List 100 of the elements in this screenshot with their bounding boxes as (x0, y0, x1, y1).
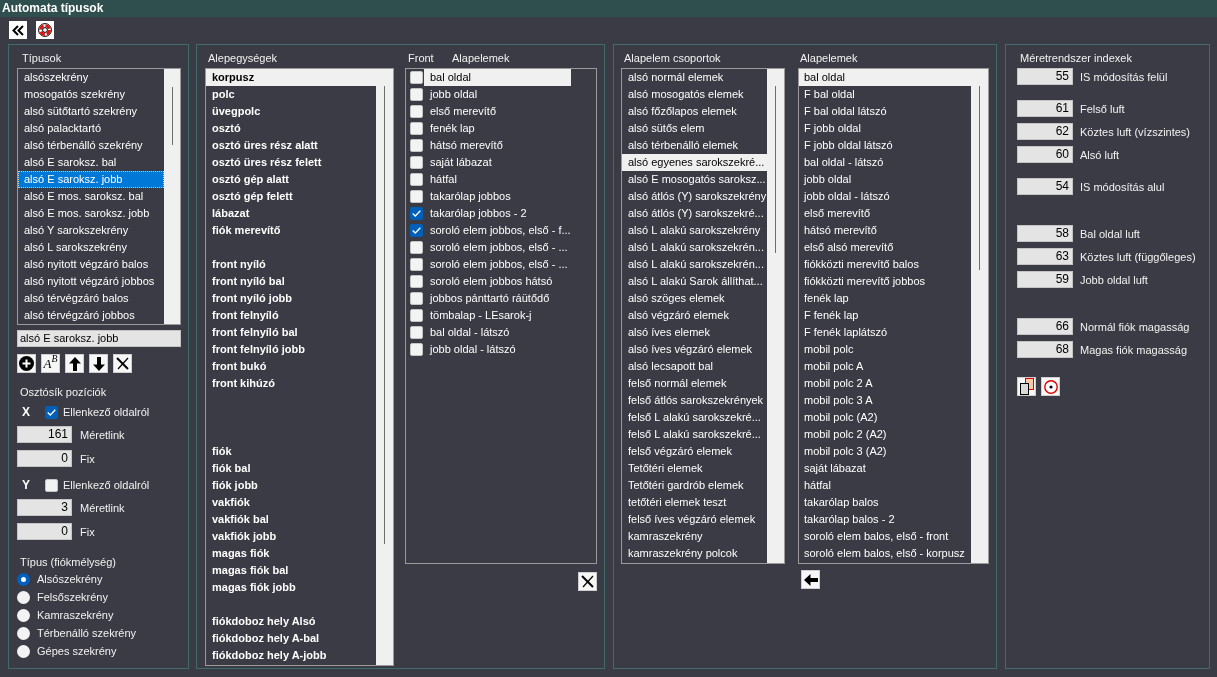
input-field[interactable]: 66 (1017, 318, 1073, 335)
list-item[interactable]: takarólap jobbos - 2 (424, 205, 571, 222)
checkbox[interactable] (410, 139, 423, 152)
list-item[interactable]: alsó sütős elem (622, 120, 767, 137)
list-item[interactable]: alsó Y sarokszekrény (18, 222, 164, 239)
list-item[interactable]: alsó egyenes sarokszekré... (622, 154, 767, 171)
list-item[interactable]: alsó L alakú Sarok állíthat... (622, 273, 767, 290)
list-item[interactable]: mobil polc (799, 341, 971, 358)
radio-button[interactable] (17, 590, 30, 604)
list-item[interactable]: F bal oldal (799, 86, 971, 103)
remove-button[interactable] (578, 572, 597, 591)
list-item[interactable]: alsó szöges elemek (622, 290, 767, 307)
scrollbar[interactable] (376, 69, 393, 665)
list-item[interactable]: saját lábazat (799, 460, 971, 477)
list-item[interactable]: fiók jobb (206, 477, 376, 494)
list-item[interactable]: alsó palacktartó (18, 120, 164, 137)
checkbox[interactable] (410, 173, 423, 186)
list-item[interactable]: F bal oldal látszó (799, 103, 971, 120)
list-item[interactable]: kamraszekrény (622, 528, 767, 545)
radio-button[interactable] (17, 608, 30, 622)
list-item[interactable]: front nyíló (206, 256, 376, 273)
input-field[interactable]: 161 (17, 426, 72, 443)
scrollbar[interactable] (767, 69, 784, 563)
list-item[interactable]: mobil polc 2 A (799, 375, 971, 392)
list-item[interactable]: alsó térvégzáró jobbos (18, 307, 164, 324)
list-item[interactable]: alsó íves elemek (622, 324, 767, 341)
list-item[interactable]: alsó E mos. saroksz. bal (18, 188, 164, 205)
list-item[interactable]: alsó L alakú sarokszekrén... (622, 256, 767, 273)
list-item[interactable]: soroló elem jobbos, első - f... (424, 222, 571, 239)
checkbox[interactable] (410, 224, 423, 237)
input-field[interactable]: 68 (1017, 341, 1073, 358)
list-item[interactable]: F jobb oldal látszó (799, 137, 971, 154)
list-item[interactable]: mosogatós szekrény (18, 86, 164, 103)
list-item[interactable]: jobbos pánttartó ráütődő (424, 290, 571, 307)
list-item[interactable]: alsó sütőtartó szekrény (18, 103, 164, 120)
list-item[interactable]: fiókközti merevítő balos (799, 256, 971, 273)
list-item[interactable]: alsószekrény (18, 69, 164, 86)
radio-button[interactable] (17, 626, 30, 640)
list-item[interactable]: soroló elem balos, első - korpusz (799, 545, 971, 562)
list-item[interactable]: osztó üres rész felett (206, 154, 376, 171)
checkbox[interactable] (410, 326, 423, 339)
checkbox[interactable] (410, 241, 423, 254)
list-item[interactable]: fiók merevítő (206, 222, 376, 239)
list-item[interactable]: felső végzáró elemek (622, 443, 767, 460)
list-item[interactable]: F fenék laplátszó (799, 324, 971, 341)
input-field[interactable]: 60 (1017, 146, 1073, 163)
list-item[interactable]: vakfiók bal (206, 511, 376, 528)
list-item[interactable]: tetőtéri elemek teszt (622, 494, 767, 511)
list-item[interactable]: mobil polc 3 A (799, 392, 971, 409)
list-item[interactable]: bal oldal - látszó (424, 324, 571, 341)
list-item[interactable]: osztó gép felett (206, 188, 376, 205)
list-item[interactable]: soroló elem jobbos hátsó (424, 273, 571, 290)
list-item[interactable]: fiókdoboz hely A-jobb (206, 647, 376, 664)
list-item[interactable]: magas fiók bal (206, 562, 376, 579)
help-button[interactable] (36, 21, 54, 39)
list-item[interactable]: alsó nyitott végzáró balos (18, 256, 164, 273)
list-item[interactable]: front felnyíló (206, 307, 376, 324)
list-item[interactable]: alsó átlós (Y) sarokszekré... (622, 205, 767, 222)
list-item[interactable]: soroló elem balos, első - front (799, 528, 971, 545)
list-item[interactable]: fiókközti merevítő jobbos (799, 273, 971, 290)
list-item[interactable]: alsó nyitott végzáró jobbos (18, 273, 164, 290)
list-item[interactable]: bal oldal (799, 69, 971, 86)
radio-button[interactable] (17, 572, 30, 586)
checkbox[interactable] (410, 309, 423, 322)
list-item[interactable]: alsó végzáró elemek (622, 307, 767, 324)
checkbox[interactable] (410, 71, 423, 84)
input-field[interactable]: 54 (1017, 178, 1073, 195)
list-item[interactable]: alsó térbenálló elemek (622, 137, 767, 154)
input-field[interactable]: 59 (1017, 271, 1073, 288)
checkbox[interactable] (410, 292, 423, 305)
list-item[interactable]: felső normál elemek (622, 375, 767, 392)
list-item[interactable]: Tetőtéri gardrób elemek (622, 477, 767, 494)
list-item[interactable]: alsó L alakú sarokszekrén... (622, 239, 767, 256)
list-item[interactable]: jobb oldal (799, 171, 971, 188)
checkbox[interactable] (410, 258, 423, 271)
list-item[interactable]: Tetőtéri elemek (622, 460, 767, 477)
input-field[interactable]: 61 (1017, 100, 1073, 117)
list-item[interactable]: fiók (206, 443, 376, 460)
scrollbar[interactable] (971, 69, 988, 563)
list-item[interactable]: front felnyíló bal (206, 324, 376, 341)
list-item[interactable]: üvegpolc (206, 103, 376, 120)
list-item[interactable]: osztó (206, 120, 376, 137)
list-item[interactable]: tömbalap - LEsarok-j (424, 307, 571, 324)
list-item[interactable]: mobil polc 2 (A2) (799, 426, 971, 443)
list-item[interactable]: alsó íves végzáró elemek (622, 341, 767, 358)
list-item[interactable]: első merevítő (799, 205, 971, 222)
list-item[interactable]: alsó átlós (Y) sarokszekrény (622, 188, 767, 205)
list-item[interactable]: fenék lap (424, 120, 571, 137)
list-item[interactable]: felső L alakú sarokszekré... (622, 426, 767, 443)
checkbox[interactable] (410, 122, 423, 135)
list-item[interactable]: alsó térvégzáró balos (18, 290, 164, 307)
list-item[interactable]: F fenék lap (799, 307, 971, 324)
checkbox[interactable] (410, 105, 423, 118)
list-item[interactable]: lábazat (206, 205, 376, 222)
input-field[interactable]: 0 (17, 450, 72, 467)
rename-button[interactable]: A$^{B}$ (41, 354, 60, 373)
list-item[interactable]: mobil polc (A2) (799, 409, 971, 426)
move-up-button[interactable] (65, 354, 84, 373)
input-field[interactable]: 63 (1017, 248, 1073, 265)
list-item[interactable]: első alsó merevítő (799, 239, 971, 256)
